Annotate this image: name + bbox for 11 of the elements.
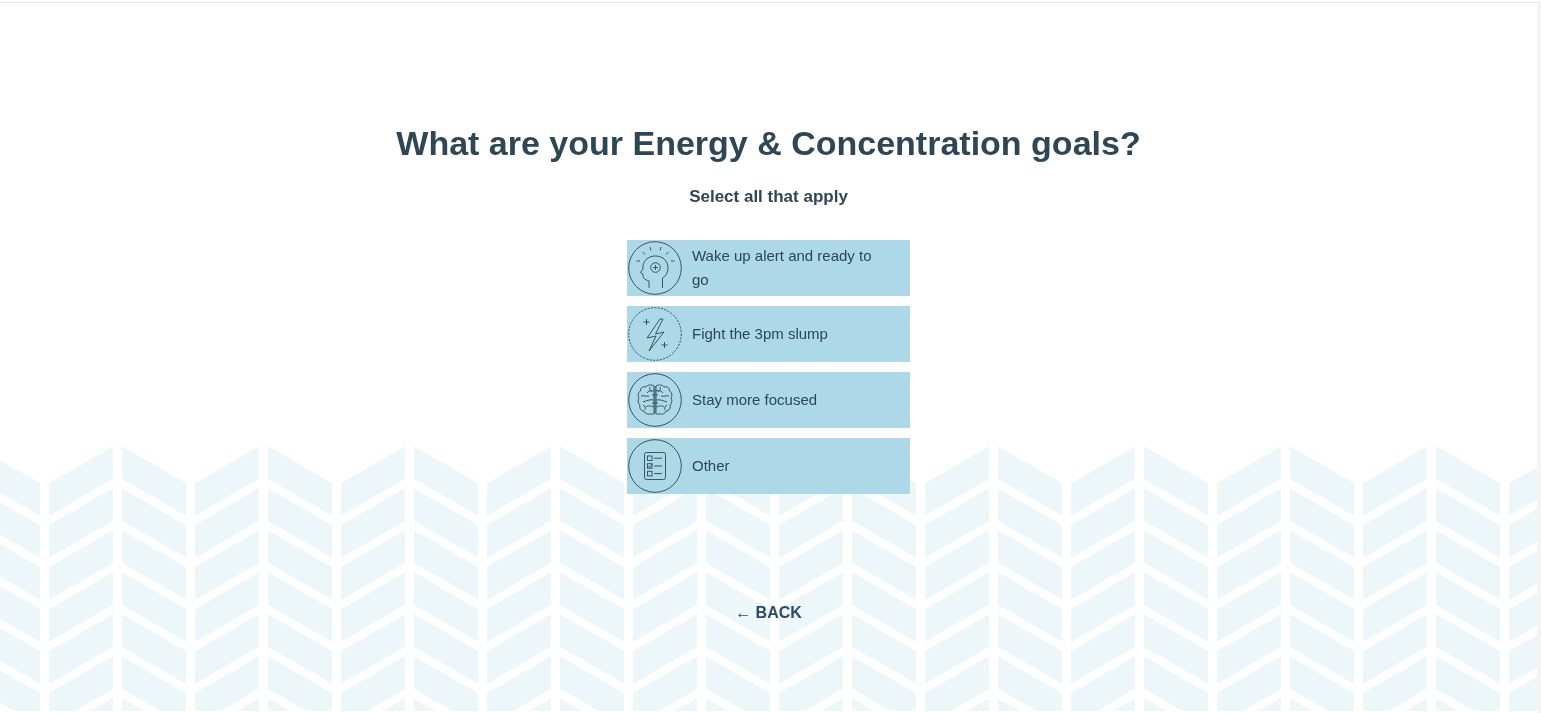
goal-option[interactable]: Wake up alert and ready to go: [627, 240, 910, 296]
head-icon: [628, 241, 682, 295]
lightning-icon: [628, 307, 682, 361]
brain-icon: [628, 373, 682, 427]
goal-option[interactable]: Fight the 3pm slump: [627, 306, 910, 362]
page-title: What are your Energy & Concentration goals?: [396, 123, 1141, 163]
instruction-text: Select all that apply: [689, 186, 848, 208]
back-button[interactable]: ← BACK: [735, 601, 802, 625]
goal-option[interactable]: Stay more focused: [627, 372, 910, 428]
checklist-icon: [628, 439, 682, 493]
goal-option[interactable]: Other: [627, 438, 910, 494]
